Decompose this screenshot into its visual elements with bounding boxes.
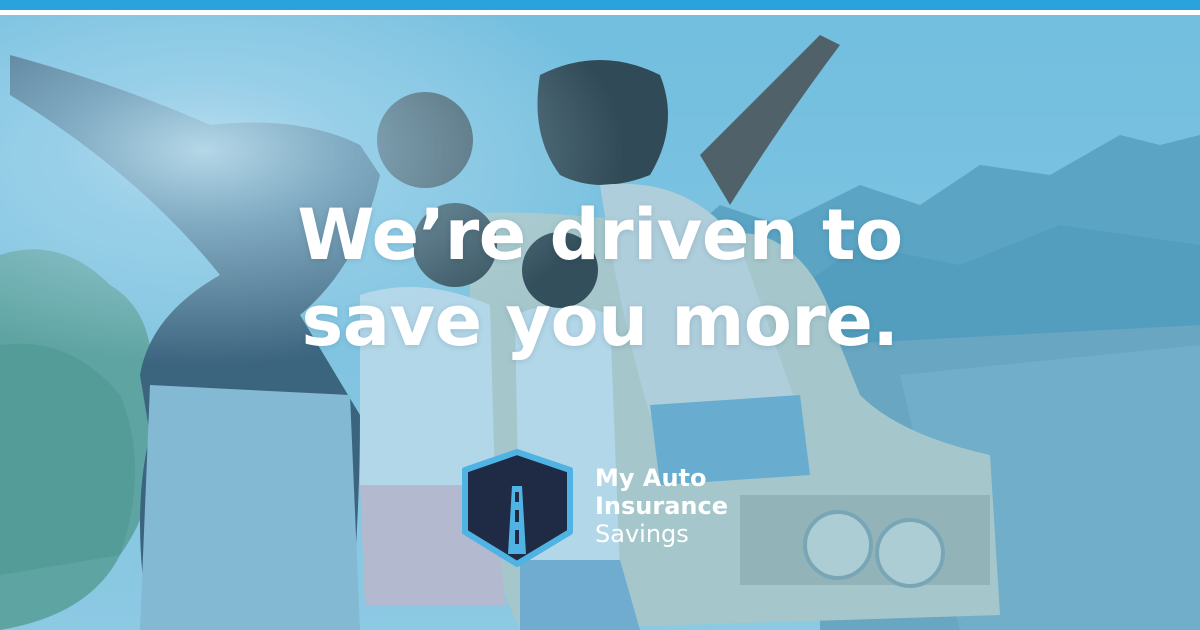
brand-line-1: My Auto	[595, 464, 707, 492]
road-shield-icon	[462, 449, 573, 567]
headline: We’re driven to save you more.	[0, 192, 1200, 364]
brand-line-3: Savings	[595, 520, 689, 548]
brand-line-2: Insurance	[595, 492, 729, 520]
headline-line-2: save you more.	[301, 280, 899, 362]
brand-logo[interactable]: My Auto Insurance Savings	[460, 448, 760, 568]
top-accent-bar	[0, 0, 1200, 10]
top-white-strip	[0, 10, 1200, 15]
headline-line-1: We’re driven to	[297, 194, 903, 276]
ad-banner: We’re driven to save you more. My Auto I…	[0, 0, 1200, 630]
brand-name: My Auto Insurance Savings	[595, 464, 728, 548]
